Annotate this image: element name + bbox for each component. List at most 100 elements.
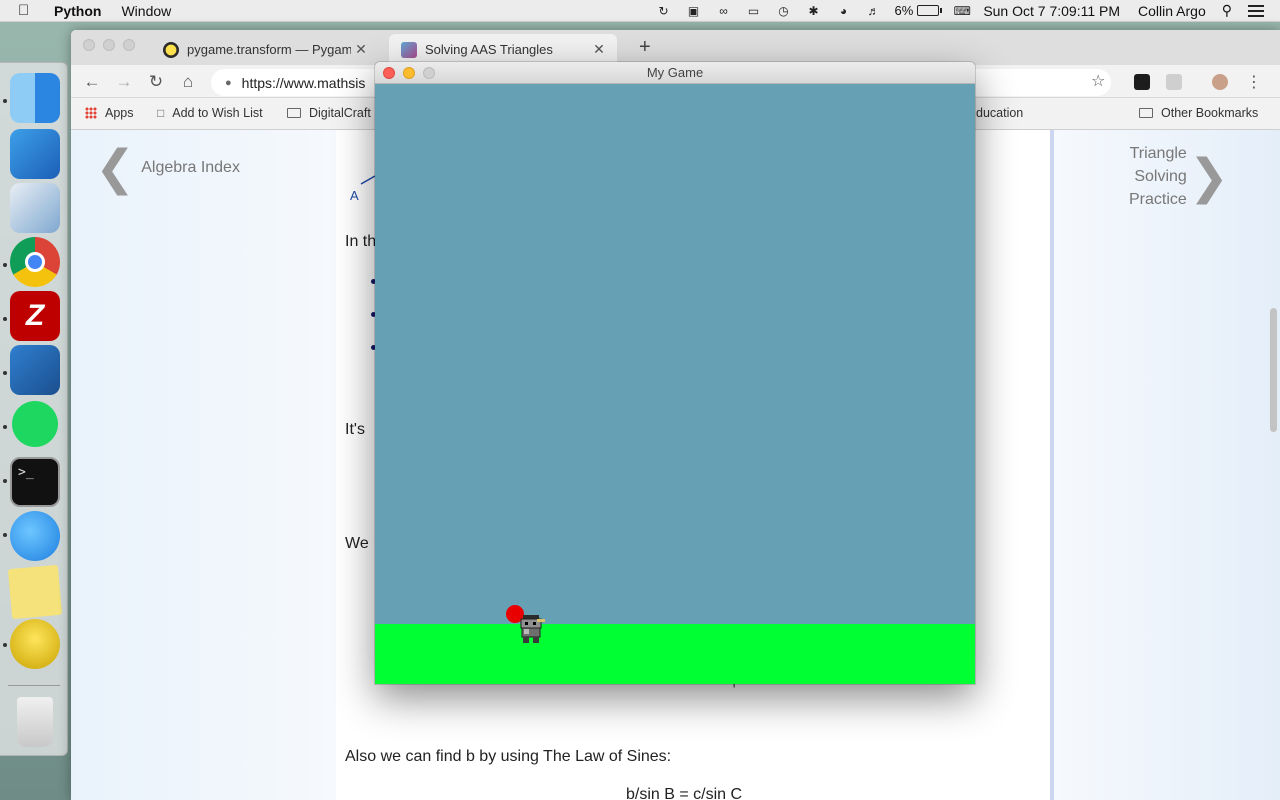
menu-clock[interactable]: Sun Oct 7 7:09:11 PM [983, 3, 1120, 19]
chrome-menu-icon[interactable]: ⋮ [1243, 71, 1265, 93]
wifi-icon[interactable]: ◕ [835, 4, 853, 18]
browser-minimize-button[interactable] [103, 39, 115, 51]
running-indicator [3, 479, 7, 483]
game-canvas[interactable] [375, 84, 975, 684]
next-label-line: Triangle [1129, 145, 1187, 162]
next-label-line: Practice [1129, 191, 1187, 208]
sprite-leg [533, 637, 539, 643]
bookmark-education[interactable]: ducation [976, 106, 1023, 120]
bluetooth-icon[interactable]: ✱ [805, 4, 823, 18]
extension-icon[interactable] [1166, 74, 1182, 90]
volume-icon[interactable]: ♬ [865, 4, 883, 18]
time-machine-icon[interactable]: ◷ [775, 4, 793, 18]
folder-icon [287, 108, 301, 118]
left-sidebar [71, 130, 336, 800]
paragraph-its: It's [345, 421, 365, 438]
app-tray-icon[interactable]: ▣ [685, 4, 703, 18]
extension-icon[interactable] [1134, 74, 1150, 90]
sprite-eye [533, 622, 536, 625]
profile-avatar[interactable] [1212, 74, 1228, 90]
browser-zoom-button[interactable] [123, 39, 135, 51]
chrome-center [25, 252, 45, 272]
vscode-icon[interactable] [10, 345, 60, 395]
chevron-right-icon: ❯ [1188, 148, 1230, 205]
glasses-icon[interactable]: ∞ [715, 4, 733, 18]
status-area: ↻ ▣ ∞ ▭ ◷ ✱ ◕ ♬ 6% ⌨ Sun Oct 7 7:09:11 P… [655, 0, 1280, 22]
home-icon[interactable]: ⌂ [177, 71, 199, 93]
dock: Z >_ [0, 62, 68, 756]
sprite-scarf [537, 619, 545, 622]
page-icon: □ [157, 106, 165, 120]
running-indicator [3, 317, 7, 321]
menu-bar:  Python Window ↻ ▣ ∞ ▭ ◷ ✱ ◕ ♬ 6% ⌨ Sun… [0, 0, 1280, 22]
bookmark-label: Apps [105, 106, 134, 120]
tab-pygame[interactable]: pygame.transform — Pygame v ✕ [151, 34, 379, 65]
python-launcher-icon[interactable] [10, 619, 60, 669]
running-indicator [3, 263, 7, 267]
paragraph-law-of-sines: Also we can find b by using The Law of S… [345, 748, 672, 765]
bookmark-label: ducation [976, 106, 1024, 120]
new-tab-button[interactable]: + [639, 36, 651, 59]
bookmark-wishlist[interactable]: □ Add to Wish List [157, 106, 263, 120]
browser-close-button[interactable] [83, 39, 95, 51]
finder-icon[interactable] [10, 73, 60, 123]
terminal-icon[interactable]: >_ [10, 457, 60, 507]
player-sprite [520, 615, 545, 643]
lock-icon: ● [225, 76, 232, 89]
next-label-line: Solving [1134, 168, 1187, 185]
back-arrow-icon[interactable]: ← [81, 71, 103, 93]
sprite-leg [523, 637, 529, 643]
bookmark-label: Add to Wish List [172, 106, 263, 120]
notification-center-icon[interactable] [1248, 4, 1264, 17]
apps-grid-icon [85, 107, 97, 119]
mathsisfun-favicon-icon [401, 41, 417, 58]
reload-icon[interactable]: ↻ [145, 71, 167, 93]
stickies-icon[interactable] [7, 564, 63, 620]
tab-label: Solving AAS Triangles [425, 42, 553, 57]
game-close-button[interactable] [383, 67, 395, 79]
game-minimize-button[interactable] [403, 67, 415, 79]
bookmark-other[interactable]: Other Bookmarks [1139, 106, 1258, 120]
running-indicator [3, 371, 7, 375]
tab-aas-triangles[interactable]: Solving AAS Triangles ✕ [389, 34, 617, 65]
right-sidebar [1050, 130, 1280, 800]
dock-separator [8, 685, 60, 686]
forward-arrow-icon[interactable]: → [113, 71, 135, 93]
sprite-armor [524, 629, 529, 634]
game-zoom-button[interactable] [423, 67, 435, 79]
pygame-favicon-icon [163, 41, 179, 58]
chrome-icon[interactable] [10, 237, 60, 287]
airplay-icon[interactable]: ▭ [745, 4, 763, 18]
bookmark-label: DigitalCraft [309, 106, 371, 120]
bookmark-apps[interactable]: Apps [85, 106, 134, 120]
bookmark-digitalcraft[interactable]: DigitalCraft [287, 106, 371, 120]
spotify-icon[interactable] [12, 401, 58, 447]
page-scrollbar[interactable] [1270, 308, 1277, 432]
apple-menu-icon[interactable]:  [18, 2, 40, 19]
battery-percent: 6% [894, 3, 914, 18]
sync-icon[interactable]: ↻ [655, 4, 673, 18]
spotlight-icon[interactable]: ⚲ [1222, 2, 1232, 19]
user-name[interactable]: Collin Argo [1138, 3, 1206, 19]
triangle-edge [360, 175, 376, 185]
menu-app-name[interactable]: Python [54, 3, 101, 19]
filezilla-icon[interactable]: Z [10, 291, 60, 341]
prev-page-link[interactable]: ❮ Algebra Index [95, 144, 240, 192]
tab-label: pygame.transform — Pygame v [187, 42, 351, 57]
trash-icon[interactable] [17, 697, 53, 747]
mail-icon[interactable] [10, 183, 60, 233]
running-indicator [3, 425, 7, 429]
chevron-left-icon: ❮ [95, 140, 136, 196]
sprite-helmet [523, 615, 539, 619]
keyboard-icon[interactable]: ⌨ [953, 4, 971, 18]
game-titlebar[interactable]: My Game [375, 62, 975, 84]
tab-close-icon[interactable]: ✕ [589, 41, 609, 58]
messages-icon[interactable] [10, 511, 60, 561]
menu-window[interactable]: Window [121, 3, 171, 19]
tab-close-icon[interactable]: ✕ [351, 41, 371, 58]
next-page-link[interactable]: Triangle Solving Practice ❯ [1129, 142, 1229, 211]
xcode-icon[interactable] [10, 129, 60, 179]
url-text: https://www.mathsis [241, 74, 366, 91]
bookmark-star-icon[interactable]: ☆ [1091, 71, 1105, 91]
battery-icon[interactable] [917, 5, 943, 16]
